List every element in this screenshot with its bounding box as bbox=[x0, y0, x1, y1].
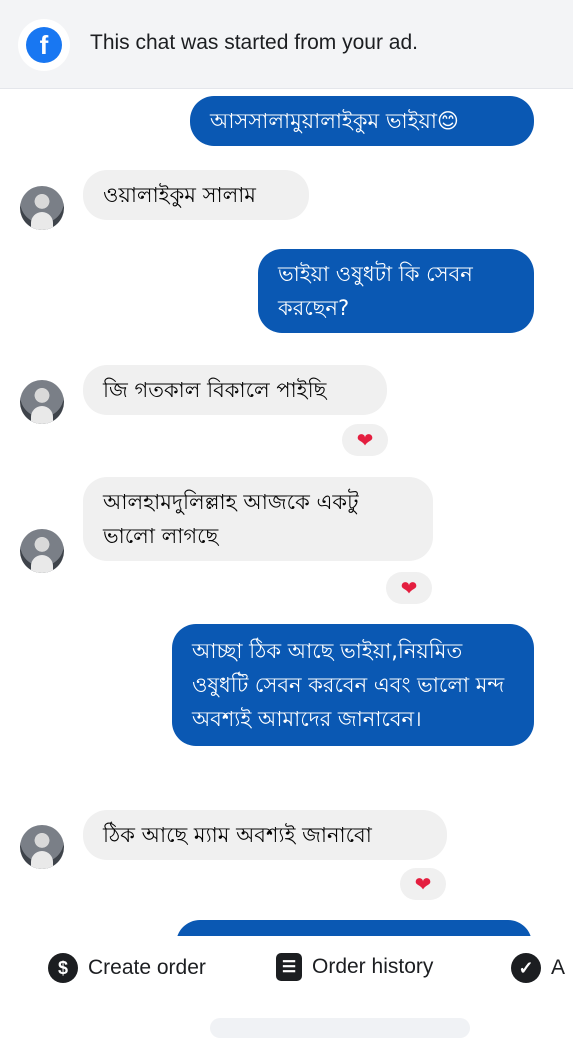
message-bubble-incoming[interactable]: জি গতকাল বিকালে পাইছি bbox=[83, 365, 387, 415]
message-text: ঠিক আছে ম্যাম অবশ্যই জানাবো bbox=[103, 823, 372, 847]
composer-input-partial[interactable] bbox=[210, 1018, 470, 1038]
create-order-label: Create order bbox=[88, 956, 206, 979]
avatar[interactable] bbox=[20, 825, 64, 869]
receipt-icon: ☰ bbox=[276, 953, 302, 981]
message-text: আলহামদুলিল্লাহ আজকে একটু ভালো লাগছে bbox=[103, 490, 359, 548]
message-text: ওয়ালাইকুম সালাম bbox=[103, 183, 256, 207]
composer-area bbox=[0, 1002, 573, 1038]
third-action-button[interactable]: ✓ A bbox=[511, 953, 565, 983]
avatar[interactable] bbox=[20, 380, 64, 424]
avatar[interactable] bbox=[20, 529, 64, 573]
message-bubble-outgoing[interactable]: ভাইয়া ওষুধটা কি সেবন করছেন? bbox=[258, 249, 534, 333]
facebook-icon: f bbox=[18, 19, 70, 71]
order-history-button[interactable]: ☰ Order history bbox=[276, 953, 433, 981]
ad-chat-banner: f This chat was started from your ad. bbox=[0, 0, 573, 89]
order-history-label: Order history bbox=[312, 955, 434, 978]
banner-text: This chat was started from your ad. bbox=[90, 31, 418, 54]
message-bubble-incoming[interactable]: ওয়ালাইকুম সালাম bbox=[83, 170, 309, 220]
message-bubble-outgoing[interactable]: আচ্ছা ঠিক আছে ভাইয়া,নিয়মিত ওষুধটি সেবন… bbox=[172, 624, 534, 746]
message-text: জি গতকাল বিকালে পাইছি bbox=[103, 378, 327, 402]
message-bubble-incoming[interactable]: আলহামদুলিল্লাহ আজকে একটু ভালো লাগছে bbox=[83, 477, 433, 561]
avatar[interactable] bbox=[20, 186, 64, 230]
heart-reaction-icon[interactable]: ❤ bbox=[400, 868, 446, 900]
message-text: আসসালামুয়ালাইকুম ভাইয়া😊 bbox=[210, 109, 459, 133]
heart-reaction-icon[interactable]: ❤ bbox=[386, 572, 432, 604]
heart-reaction-icon[interactable]: ❤ bbox=[342, 424, 388, 456]
message-text: ভাইয়া ওষুধটা কি সেবন করছেন? bbox=[278, 262, 473, 320]
create-order-button[interactable]: $ Create order bbox=[48, 953, 206, 983]
dollar-icon: $ bbox=[48, 953, 78, 983]
message-bubble-outgoing[interactable]: আসসালামুয়ালাইকুম ভাইয়া😊 bbox=[190, 96, 534, 146]
third-action-label: A bbox=[551, 956, 566, 979]
message-text: আচ্ছা ঠিক আছে ভাইয়া,নিয়মিত ওষুধটি সেবন… bbox=[192, 639, 505, 731]
checkmark-icon: ✓ bbox=[511, 953, 541, 983]
message-bubble-incoming[interactable]: ঠিক আছে ম্যাম অবশ্যই জানাবো bbox=[83, 810, 447, 860]
